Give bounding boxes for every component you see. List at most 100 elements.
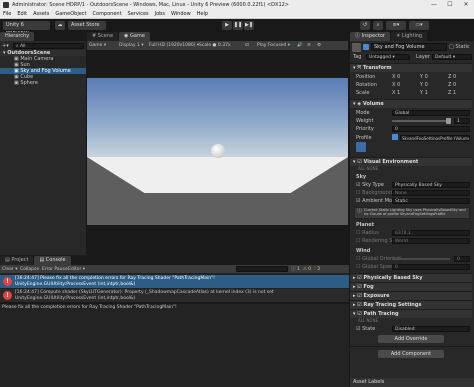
rendering-space-value: World [395,239,408,244]
game-mode-dropdown[interactable]: Game ▾ [89,43,119,48]
add-override-button[interactable]: Add Override [378,335,444,343]
rotation-y[interactable]: 0 [425,82,428,88]
transform-header[interactable]: ▾ ⤧ Transform [350,63,472,72]
search-icon: ⌕ [16,43,19,49]
tab-inspector[interactable]: ⓘ Inspector [350,32,390,41]
gizmos-icon[interactable]: ⚙ [317,43,327,48]
orientation-field[interactable]: 0 [454,256,470,262]
weight-slider-handle[interactable] [446,118,451,124]
scale-x[interactable]: 1 [397,90,400,96]
menu-jobs[interactable]: Jobs [152,10,168,19]
sky-type-dropdown[interactable]: Physically Based Sky [392,182,470,188]
menu-help[interactable]: Help [194,10,211,19]
volume-header[interactable]: ▾ ◈ Volume [350,99,472,108]
layer-dropdown[interactable]: Default ▾ [432,54,472,60]
light-icon: ☀ [395,33,401,39]
minimize-button[interactable]: — [426,0,442,10]
menu-window[interactable]: Window [168,10,194,19]
menu-services[interactable]: Services [125,10,152,19]
search-icon[interactable]: ⌕ [373,21,383,30]
maximize-button[interactable]: ☐ [442,0,458,10]
exposure-header[interactable]: ▸ ☑ Exposure [350,291,472,300]
cloud-icon[interactable]: ☁ [55,21,65,30]
rotation-x[interactable]: 0 [397,82,400,88]
error-pause-toggle[interactable]: Error Pause [42,267,68,272]
tab-project[interactable]: ▤ Project [0,256,34,265]
background-clouds-dropdown[interactable]: None [392,190,470,196]
hierarchy-item-label: Sphere [20,80,38,86]
info-text: Current Static Lighting Sky uses Physica… [364,208,466,216]
game-viewport[interactable] [87,78,348,225]
profile-field[interactable]: SkyandFogSettingsProfile (Volume Prof [400,135,470,141]
scale-z[interactable]: 1 [453,90,456,96]
scale-y[interactable]: 1 [425,90,428,96]
stats-icon[interactable]: ≡ [307,43,317,48]
console-search-input[interactable] [236,266,288,272]
play-button[interactable]: ▶ [222,21,232,30]
clear-button[interactable]: Clear ▾ [2,267,20,272]
position-x[interactable]: 0 [397,74,400,80]
tab-game[interactable]: ◉ Game [119,32,150,41]
object-name-field[interactable]: Sky and Fog Volume [371,43,447,51]
position-z[interactable]: 0 [453,74,456,80]
resolution-dropdown[interactable]: Full HD (1920x1080) ▾ [149,43,199,48]
warning-count[interactable]: ⚠ 0 [303,267,311,272]
console-message-selected[interactable]: ! [16:24:47] Please fix all the completi… [0,275,349,288]
layers-dropdown[interactable]: ≡▾ [386,21,406,30]
error-count-value: 2 [317,266,321,272]
weight-field[interactable]: 1 [454,118,470,124]
tab-lighting[interactable]: ☀ Lighting [390,32,428,41]
console-message[interactable]: ! [16:24:47] Compute shader (SkyLUTGener… [0,289,349,302]
hierarchy-search-input[interactable]: ⌕ All [13,42,84,49]
fog-header[interactable]: ▸ ☑ Fog [350,282,472,291]
active-checkbox[interactable] [363,44,369,50]
mode-dropdown[interactable]: Global [392,110,470,116]
game-panel: # Scene ◉ Game Game ▾ Display 1 ▾ Full H… [87,32,348,255]
editor-dropdown[interactable]: Editor ▾ [68,267,86,272]
position-y[interactable]: 0 [425,74,428,80]
menu-gameobject[interactable]: GameObject [52,10,89,19]
weight-slider-track[interactable] [392,120,450,122]
global-speed-field[interactable]: 0 [392,264,470,270]
scale-value: 0.37x [217,43,231,48]
orientation-slider-track[interactable] [392,258,450,260]
tab-hierarchy[interactable]: Hierarchy [0,32,35,41]
collapse-toggle[interactable]: Collapse [20,267,42,272]
add-icon[interactable]: +▾ [2,43,10,49]
asset-store-button[interactable]: Asset Store ▾ [68,21,106,37]
priority-field[interactable]: 0 [392,126,470,132]
menu-file[interactable]: File [0,10,14,19]
menu-edit[interactable]: Edit [14,10,30,19]
state-dropdown[interactable]: Disabled [392,326,470,332]
menu-component[interactable]: Component [90,10,125,19]
rotation-z[interactable]: 0 [453,82,456,88]
history-icon[interactable]: ↺ [360,21,370,30]
rendering-space-dropdown[interactable]: World [392,238,470,244]
tab-scene[interactable]: # Scene [87,32,119,41]
add-component-button[interactable]: Add Component [378,350,444,358]
menu-assets[interactable]: Assets [30,10,52,19]
pause-button[interactable]: ❚❚ [233,21,243,30]
close-button[interactable]: ✕ [458,0,474,10]
account-button[interactable]: Unity 6 PREVIEW ▾ [3,21,50,37]
hierarchy-item-sphere[interactable]: ▣ Sphere [0,80,86,86]
play-focused-dropdown[interactable]: Play Focused ▾ [257,43,297,48]
frame-icon[interactable]: ⊡ [245,43,257,48]
scale-slider[interactable]: Scale ● 0.37x [199,43,245,48]
ray-tracing-settings-header[interactable]: ▸ ☑ Ray Tracing Settings [350,300,472,309]
mute-audio-icon[interactable]: 🔊 [297,43,307,48]
ambient-mode-dropdown[interactable]: Static [392,198,470,204]
error-count[interactable]: ! 2 [314,267,320,272]
info-count-value: 1 [296,267,300,272]
path-tracing-all-none[interactable]: ALL NONE [350,317,472,325]
step-button[interactable]: ▶❚ [244,21,254,30]
display-dropdown[interactable]: Display 1 ▾ [119,43,149,48]
physically-based-sky-header[interactable]: ▸ ☑ Physically Based Sky [350,273,472,282]
radius-field[interactable]: 6378.1 [392,230,470,236]
tag-dropdown[interactable]: Untagged ▾ [366,54,410,60]
layout-dropdown[interactable]: ▭▾ [409,21,429,30]
tab-console[interactable]: ▤ Console [34,256,71,265]
static-toggle[interactable]: □ Static [449,43,470,51]
all-none-toggle[interactable]: ALL NONE [350,165,472,173]
info-count[interactable]: ⓘ 1 [291,266,300,272]
